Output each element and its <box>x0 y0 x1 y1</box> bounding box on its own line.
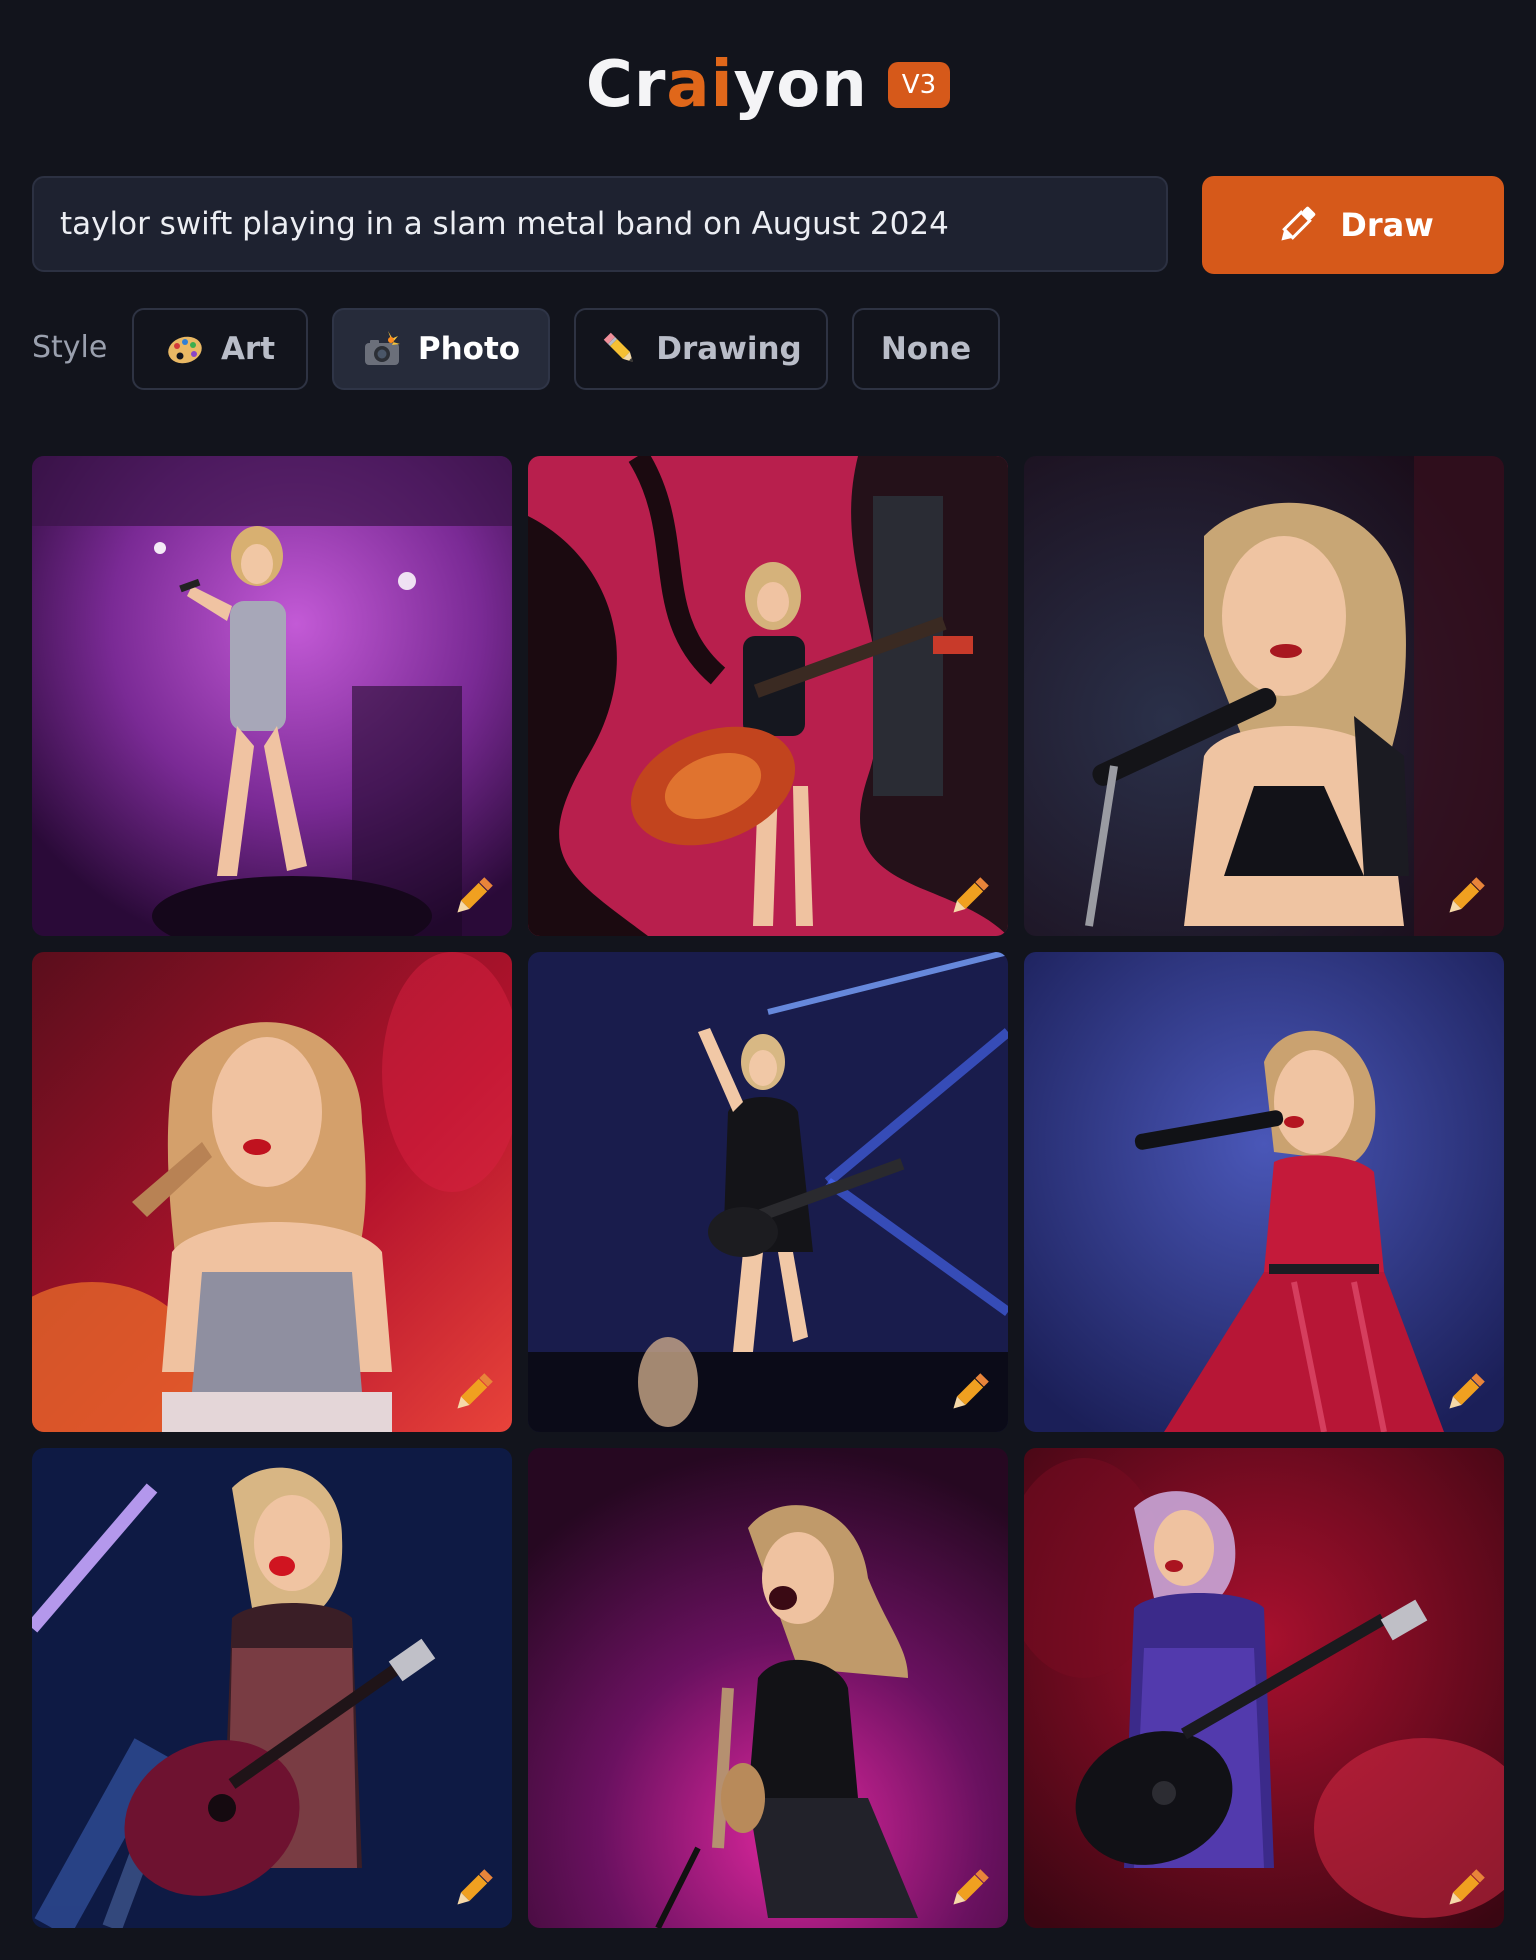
generated-image <box>32 1448 512 1928</box>
generated-image <box>528 1448 1008 1928</box>
pencil-edit-icon[interactable] <box>944 1864 994 1914</box>
draw-button[interactable]: Draw <box>1202 176 1504 274</box>
header: Craiyon V3 <box>0 40 1536 130</box>
pencil-edit-icon[interactable] <box>1440 872 1490 922</box>
pencil-edit-icon[interactable] <box>1440 1864 1490 1914</box>
generated-image <box>32 456 512 936</box>
style-option-none[interactable]: None <box>852 308 1000 390</box>
result-image-5[interactable] <box>528 952 1008 1432</box>
generated-image <box>1024 456 1504 936</box>
result-image-3[interactable] <box>1024 456 1504 936</box>
generated-image <box>32 952 512 1432</box>
pencil-icon <box>1281 206 1316 241</box>
pencil-edit-icon[interactable] <box>944 872 994 922</box>
palette-icon <box>168 336 202 364</box>
style-option-label: Drawing <box>656 331 802 367</box>
result-image-8[interactable] <box>528 1448 1008 1928</box>
draw-button-label: Draw <box>1340 206 1434 244</box>
pencil-icon <box>604 332 633 362</box>
logo[interactable]: Craiyon <box>586 53 868 117</box>
style-option-label: Photo <box>417 331 521 367</box>
result-image-2[interactable] <box>528 456 1008 936</box>
style-option-label: Art <box>220 331 276 367</box>
generated-image <box>1024 1448 1504 1928</box>
prompt-input[interactable] <box>32 176 1168 272</box>
result-image-1[interactable] <box>32 456 512 936</box>
generated-image <box>1024 952 1504 1432</box>
result-image-9[interactable] <box>1024 1448 1504 1928</box>
result-image-6[interactable] <box>1024 952 1504 1432</box>
result-image-4[interactable] <box>32 952 512 1432</box>
pencil-edit-icon[interactable] <box>448 872 498 922</box>
style-label: Style <box>32 330 108 365</box>
style-option-label: None <box>880 331 972 367</box>
pencil-edit-icon[interactable] <box>1440 1368 1490 1418</box>
pencil-edit-icon[interactable] <box>944 1368 994 1418</box>
logo-text-part2: yon <box>733 48 868 122</box>
result-image-7[interactable] <box>32 1448 512 1928</box>
pencil-edit-icon[interactable] <box>448 1864 498 1914</box>
craiyon-page: Craiyon V3 Draw Style Art <box>0 0 1536 1960</box>
logo-text-accent: ai <box>666 48 734 122</box>
style-option-photo[interactable]: Photo <box>332 308 550 390</box>
style-option-drawing[interactable]: Drawing <box>574 308 828 390</box>
generated-image <box>528 952 1008 1432</box>
version-badge: V3 <box>887 62 951 108</box>
style-option-art[interactable]: Art <box>132 308 308 390</box>
pencil-edit-icon[interactable] <box>448 1368 498 1418</box>
logo-text-part1: Cr <box>585 48 667 122</box>
camera-flash-icon <box>364 331 400 365</box>
generated-image <box>528 456 1008 936</box>
